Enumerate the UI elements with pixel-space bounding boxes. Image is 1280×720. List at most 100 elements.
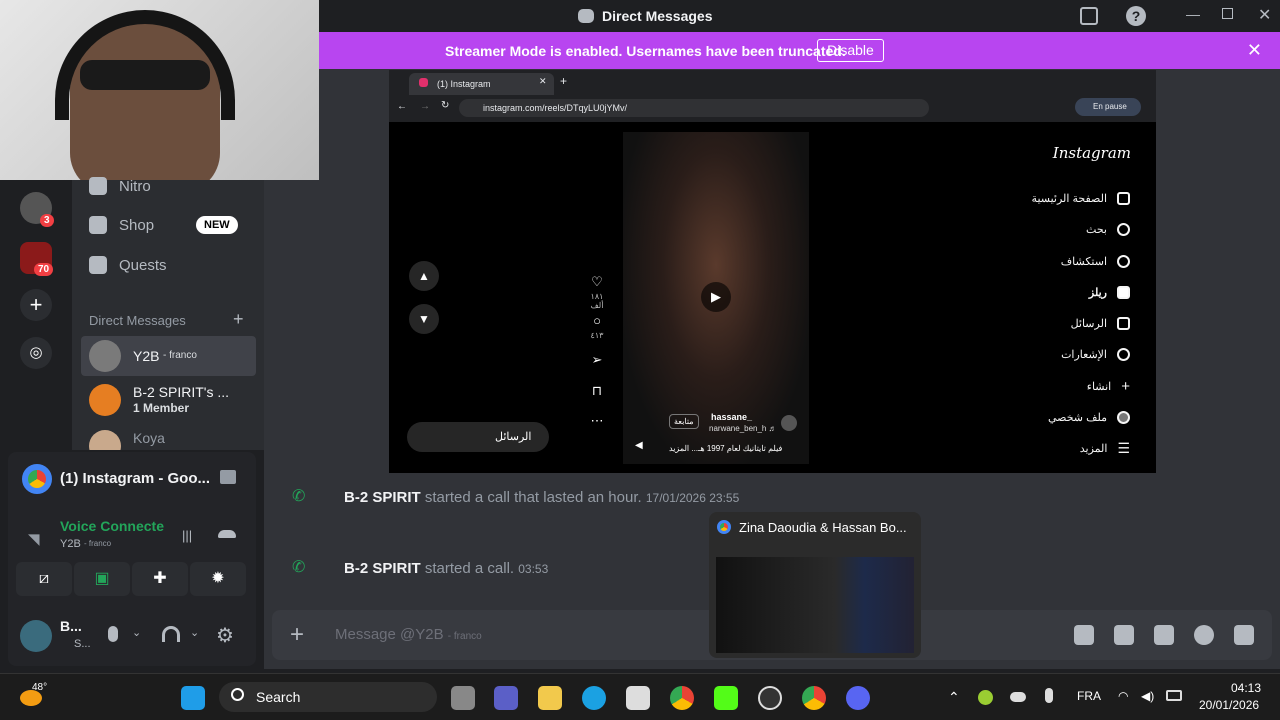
apps-icon[interactable] xyxy=(1234,625,1254,645)
chevron-up-icon[interactable]: ⌃ xyxy=(948,689,960,706)
file-explorer-icon[interactable] xyxy=(538,686,562,710)
chevron-down-icon[interactable]: ⌄ xyxy=(132,626,141,639)
save-icon[interactable]: ⊓ xyxy=(589,383,605,399)
dm-item[interactable]: Y2B - franco xyxy=(81,336,256,376)
close-window-button[interactable]: ✕ xyxy=(1258,5,1271,25)
new-tab-icon[interactable]: + xyxy=(560,74,567,88)
mic-tray-icon[interactable] xyxy=(1045,688,1053,703)
play-icon[interactable]: ▶ xyxy=(701,282,731,312)
obs-icon[interactable] xyxy=(758,686,782,710)
help-icon[interactable]: ? xyxy=(1126,6,1146,26)
ig-nav-more[interactable]: المزيد ☰ xyxy=(1080,439,1130,457)
reel-user[interactable]: hassane_ xyxy=(711,412,752,422)
discord-taskbar-icon[interactable] xyxy=(846,686,870,710)
language-indicator[interactable]: FRA xyxy=(1077,689,1101,703)
prev-reel-button[interactable]: ▲ xyxy=(409,261,439,291)
camera-off-button[interactable]: ⧄ xyxy=(16,562,72,596)
comment-icon[interactable]: ○ xyxy=(589,313,605,328)
stream-view[interactable]: (1) Instagram ✕ + ← → ↻ instagram.com/re… xyxy=(389,70,1156,473)
like-icon[interactable]: ♡ xyxy=(589,274,605,290)
microphone-icon[interactable] xyxy=(108,626,118,642)
forward-icon[interactable]: → xyxy=(420,101,430,112)
ig-nav-notifications[interactable]: الإشعارات xyxy=(1061,345,1130,363)
browser-tab[interactable]: (1) Instagram xyxy=(409,73,554,95)
kick-icon[interactable] xyxy=(714,686,738,710)
search-box[interactable]: Search xyxy=(219,682,437,712)
maximize-button[interactable] xyxy=(1222,8,1233,19)
settings-gear-icon[interactable]: ⚙ xyxy=(216,623,234,648)
volume-icon[interactable]: ◀) xyxy=(1141,689,1154,703)
clock-date[interactable]: 20/01/2026 xyxy=(1199,698,1259,712)
sticker-icon[interactable] xyxy=(1154,625,1174,645)
ig-nav-messages[interactable]: الرسائل xyxy=(1071,314,1130,332)
add-server-icon[interactable]: + xyxy=(20,289,52,321)
voice-channel[interactable]: Y2B xyxy=(60,538,81,550)
dm-item[interactable]: B-2 SPIRIT's ... 1 Member xyxy=(81,380,256,420)
emoji-icon[interactable] xyxy=(1194,625,1214,645)
gift-icon[interactable] xyxy=(1074,625,1094,645)
nav-shop[interactable]: Shop xyxy=(89,213,154,237)
more-icon[interactable]: ⋯ xyxy=(589,413,605,429)
nav-nitro[interactable]: Nitro xyxy=(89,174,151,198)
messages-pill[interactable]: الرسائل xyxy=(407,422,549,452)
screen-share-button[interactable]: ▣ xyxy=(74,562,130,596)
soundboard-button[interactable]: ✹ xyxy=(190,562,246,596)
caller-name[interactable]: B-2 SPIRIT xyxy=(344,489,421,506)
chrome-profile-icon[interactable] xyxy=(802,686,826,710)
tray-app-icon[interactable] xyxy=(978,690,993,705)
address-bar[interactable]: instagram.com/reels/DTqyLU0jYMv/ xyxy=(459,99,929,117)
onedrive-icon[interactable] xyxy=(1010,692,1026,702)
teams-icon[interactable] xyxy=(494,686,518,710)
add-dm-icon[interactable]: + xyxy=(233,309,244,330)
taskbar-preview[interactable]: Zina Daoudia & Hassan Bo... xyxy=(709,512,921,658)
task-view-icon[interactable] xyxy=(451,686,475,710)
stop-stream-icon[interactable] xyxy=(220,470,236,484)
profile-paused-chip[interactable]: En pause xyxy=(1075,98,1141,116)
ig-nav-create[interactable]: انشاء + xyxy=(1087,377,1130,395)
add-attachment-icon[interactable]: + xyxy=(290,621,304,649)
close-icon[interactable]: ✕ xyxy=(1247,40,1262,61)
stream-title[interactable]: (1) Instagram - Goo... xyxy=(60,470,210,487)
voice-status[interactable]: Voice Connecte xyxy=(60,518,164,534)
reload-icon[interactable]: ↻ xyxy=(441,100,449,111)
reel-avatar[interactable] xyxy=(781,415,797,431)
user-avatar[interactable] xyxy=(20,620,52,652)
activities-button[interactable]: ✚ xyxy=(132,562,188,596)
back-icon[interactable]: ← xyxy=(397,101,407,112)
reel-video[interactable]: ▶ hassane_ narwane_ben_h ♬ متابعة فيلم ت… xyxy=(623,132,809,464)
ig-nav-profile[interactable]: ملف شخصي xyxy=(1048,408,1130,426)
battery-icon[interactable] xyxy=(1166,690,1182,701)
reel-audio[interactable]: narwane_ben_h ♬ xyxy=(709,424,777,433)
start-icon[interactable] xyxy=(181,686,205,710)
webcam-headphones xyxy=(55,10,235,120)
gif-icon[interactable] xyxy=(1114,625,1134,645)
volume-icon[interactable]: ◀ xyxy=(635,440,643,451)
chevron-down-icon[interactable]: ⌄ xyxy=(190,626,199,639)
clock-time[interactable]: 04:13 xyxy=(1231,681,1261,695)
user-name[interactable]: B... xyxy=(60,618,82,634)
dm-item[interactable]: Koya xyxy=(81,426,256,450)
edge-icon[interactable] xyxy=(582,686,606,710)
follow-button[interactable]: متابعة xyxy=(669,414,699,429)
minimize-button[interactable]: — xyxy=(1186,6,1200,22)
ig-nav-search[interactable]: بحث xyxy=(1086,220,1130,238)
instagram-logo[interactable]: Instagram xyxy=(1053,144,1131,162)
ig-nav-reels[interactable]: ريلز xyxy=(1089,283,1130,301)
store-icon[interactable] xyxy=(626,686,650,710)
headphones-icon[interactable] xyxy=(162,626,180,642)
disconnect-icon[interactable] xyxy=(218,530,236,538)
disable-button[interactable]: Disable xyxy=(817,39,884,62)
chrome-taskbar-icon[interactable] xyxy=(670,686,694,710)
share-icon[interactable]: ➢ xyxy=(589,352,605,368)
ig-nav-explore[interactable]: استكشاف xyxy=(1061,252,1130,270)
discover-icon[interactable]: ◎ xyxy=(20,337,52,369)
tab-close-icon[interactable]: ✕ xyxy=(539,76,547,87)
ig-nav-home[interactable]: الصفحة الرئيسية xyxy=(1032,189,1130,207)
wifi-icon[interactable]: ◠ xyxy=(1118,689,1128,703)
caller-name[interactable]: B-2 SPIRIT xyxy=(344,560,421,577)
message-input[interactable]: Message @Y2B - franco xyxy=(335,626,482,643)
inbox-icon[interactable] xyxy=(1080,7,1098,25)
noise-suppression-icon[interactable]: ||| xyxy=(182,528,192,543)
nav-quests[interactable]: Quests xyxy=(89,253,167,277)
next-reel-button[interactable]: ▼ xyxy=(409,304,439,334)
